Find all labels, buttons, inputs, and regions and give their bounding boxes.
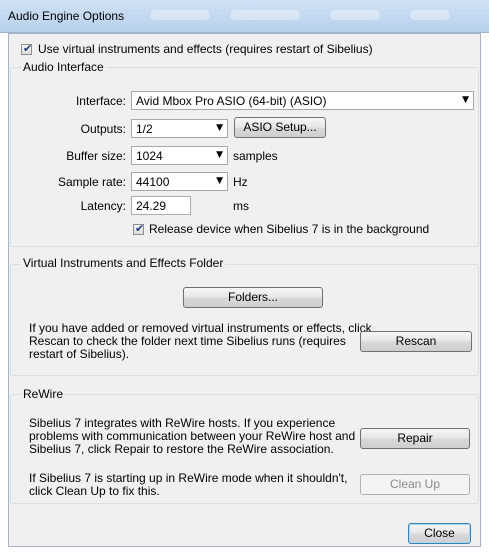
use-virtual-checkbox[interactable]: ✔ [21, 42, 33, 55]
audio-interface-group-label: Audio Interface [21, 60, 106, 74]
latency-unit: ms [233, 199, 249, 213]
chevron-down-icon: ▼ [216, 150, 223, 160]
interface-value: Avid Mbox Pro ASIO (64-bit) (ASIO) [136, 94, 327, 108]
interface-label: Interface: [75, 94, 126, 108]
rewire-group-label: ReWire [21, 387, 66, 401]
asio-setup-button[interactable]: ASIO Setup... [234, 117, 326, 138]
titlebar-blur [410, 10, 450, 20]
latency-value: 24.29 [136, 199, 167, 213]
latency-field: 24.29 [131, 196, 191, 215]
outputs-label: Outputs: [80, 122, 126, 136]
outputs-value: 1/2 [136, 122, 153, 136]
use-virtual-label: Use virtual instruments and effects (req… [38, 42, 373, 56]
repair-button[interactable]: Repair [360, 428, 470, 449]
release-device-label: Release device when Sibelius 7 is in the… [149, 222, 430, 236]
rescan-text-line-3: restart of Sibelius). [29, 347, 130, 361]
interface-select[interactable]: Avid Mbox Pro ASIO (64-bit) (ASIO) ▼ [131, 91, 474, 110]
titlebar-blur [230, 10, 300, 20]
buffer-size-select[interactable]: 1024 ▼ [131, 146, 228, 165]
checkmark-icon: ✔ [23, 42, 33, 55]
sample-rate-select[interactable]: 44100 ▼ [131, 172, 228, 191]
checkmark-icon: ✔ [135, 222, 145, 235]
buffer-size-value: 1024 [136, 149, 163, 163]
sample-rate-unit: Hz [233, 175, 248, 189]
chevron-down-icon: ▼ [216, 176, 223, 186]
chevron-down-icon: ▼ [216, 123, 223, 133]
outputs-select[interactable]: 1/2 ▼ [131, 119, 228, 138]
repair-text-line-3: Sibelius 7, click Repair to restore the … [29, 442, 334, 456]
release-device-checkbox[interactable]: ✔ [133, 222, 145, 235]
buffer-size-label: Buffer size: [66, 149, 126, 163]
cleanup-text-line-2: click Clean Up to fix this. [29, 484, 160, 498]
sample-rate-label: Sample rate: [57, 175, 126, 189]
vi-folder-group-label: Virtual Instruments and Effects Folder [21, 256, 226, 270]
chevron-down-icon: ▼ [462, 95, 469, 105]
clean-up-button[interactable]: Clean Up [360, 474, 470, 495]
title-bar: Audio Engine Options [0, 0, 489, 33]
titlebar-blur [150, 10, 210, 20]
titlebar-blur [330, 10, 380, 20]
close-button[interactable]: Close [408, 523, 471, 544]
latency-label: Latency: [80, 199, 126, 213]
sample-rate-value: 44100 [136, 175, 170, 189]
rescan-button[interactable]: Rescan [360, 331, 472, 352]
folders-button[interactable]: Folders... [183, 287, 323, 308]
buffer-size-unit: samples [233, 149, 278, 163]
window-title: Audio Engine Options [8, 9, 125, 23]
